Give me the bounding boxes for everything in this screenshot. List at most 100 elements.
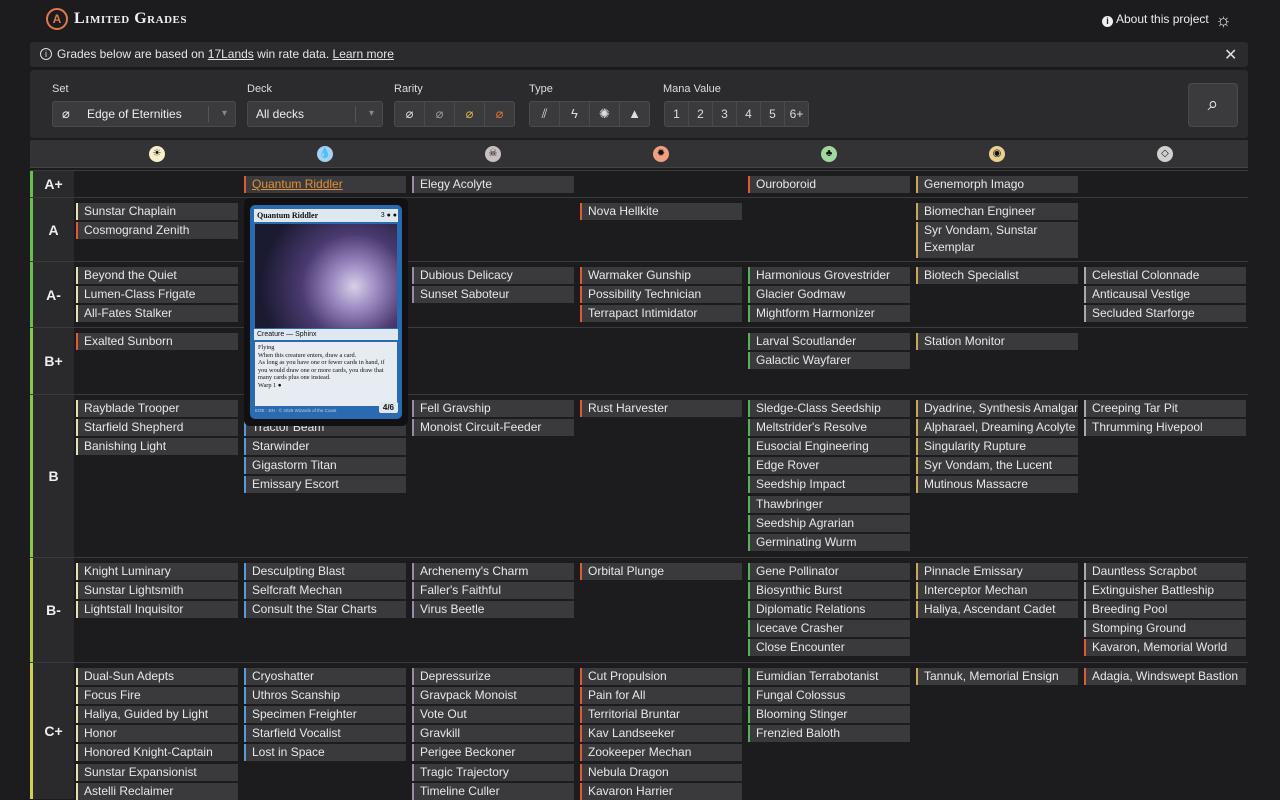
card-item[interactable]: Specimen Freighter — [244, 706, 406, 724]
card-item[interactable]: Genemorph Imago — [916, 176, 1078, 193]
card-item[interactable]: Tragic Trajectory — [412, 763, 574, 781]
card-item[interactable]: Biosynthic Burst — [748, 582, 910, 600]
card-item[interactable]: Timeline Culler — [412, 782, 574, 800]
mana-button-2[interactable]: 2 — [688, 101, 713, 127]
card-item[interactable]: Diplomatic Relations — [748, 601, 910, 619]
card-item[interactable]: Starfield Vocalist — [244, 725, 406, 743]
card-item[interactable]: Celestial Colonnade — [1084, 267, 1246, 284]
card-item[interactable]: Thawbringer — [748, 495, 910, 513]
card-item[interactable]: Orbital Plunge — [580, 563, 742, 580]
card-item[interactable]: Banishing Light — [76, 438, 238, 456]
card-item[interactable]: Elegy Acolyte — [412, 176, 574, 193]
multicolor-icon[interactable]: ◉ — [989, 146, 1005, 162]
card-item[interactable]: Nova Hellkite — [580, 203, 742, 220]
card-item[interactable]: Anticausal Vestige — [1084, 286, 1246, 304]
card-item[interactable]: Fell Gravship — [412, 400, 574, 417]
white-mana-icon[interactable]: ☀ — [149, 146, 165, 162]
rarity-uncommon-button[interactable]: ⌀ — [424, 101, 455, 127]
card-item[interactable]: Ouroboroid — [748, 176, 910, 193]
card-item[interactable]: Virus Beetle — [412, 601, 574, 619]
card-item[interactable]: Lumen-Class Frigate — [76, 286, 238, 304]
card-item[interactable]: Meltstrider's Resolve — [748, 419, 910, 437]
card-item[interactable]: Beyond the Quiet — [76, 267, 238, 284]
card-item[interactable]: Territorial Bruntar — [580, 706, 742, 724]
card-item[interactable]: Lightstall Inquisitor — [76, 601, 238, 619]
card-item[interactable]: Extinguisher Battleship — [1084, 582, 1246, 600]
card-item[interactable]: Harmonious Grovestrider — [748, 267, 910, 284]
card-item[interactable]: Singularity Rupture — [916, 438, 1078, 456]
card-item[interactable]: Focus Fire — [76, 687, 238, 705]
card-item[interactable]: Cryoshatter — [244, 668, 406, 685]
card-item[interactable]: Edge Rover — [748, 457, 910, 475]
theme-toggle-icon[interactable]: ☼ — [1215, 11, 1233, 29]
card-item[interactable]: Archenemy's Charm — [412, 563, 574, 580]
card-item[interactable]: Haliya, Guided by Light — [76, 706, 238, 724]
card-item[interactable]: Haliya, Ascendant Cadet — [916, 601, 1078, 619]
card-item[interactable]: Glacier Godmaw — [748, 286, 910, 304]
type-instant-icon[interactable]: ϟ — [559, 101, 590, 127]
card-item[interactable]: Dyadrine, Synthesis Amalgam — [916, 400, 1078, 417]
card-item[interactable]: Eusocial Engineering — [748, 438, 910, 456]
card-item[interactable]: Eumidian Terrabotanist — [748, 668, 910, 685]
rarity-common-button[interactable]: ⌀ — [394, 101, 425, 127]
card-item[interactable]: Adagia, Windswept Bastion — [1084, 668, 1246, 685]
card-item[interactable]: Seedship Impact — [748, 476, 910, 494]
card-item[interactable]: Secluded Starforge — [1084, 305, 1246, 323]
red-mana-icon[interactable]: ✹ — [653, 146, 669, 162]
card-item[interactable]: Gigastorm Titan — [244, 457, 406, 475]
card-item[interactable]: Vote Out — [412, 706, 574, 724]
card-item[interactable]: Biomechan Engineer — [916, 203, 1078, 220]
card-item[interactable]: Monoist Circuit-Feeder — [412, 419, 574, 437]
card-item[interactable]: Syr Vondam, Sunstar Exemplar — [916, 222, 1078, 259]
card-item[interactable]: Frenzied Baloth — [748, 725, 910, 743]
about-link[interactable]: i About this project — [1102, 12, 1209, 27]
card-item[interactable]: Emissary Escort — [244, 476, 406, 494]
card-item[interactable]: Depressurize — [412, 668, 574, 685]
card-item[interactable]: Biotech Specialist — [916, 267, 1078, 284]
card-item[interactable]: Blooming Stinger — [748, 706, 910, 724]
card-item[interactable]: Kavaron Harrier — [580, 782, 742, 800]
search-button[interactable]: ⌕ — [1188, 83, 1238, 127]
card-item[interactable]: Thrumming Hivepool — [1084, 419, 1246, 437]
mana-button-5[interactable]: 5 — [760, 101, 785, 127]
logo-icon[interactable]: A — [46, 8, 68, 30]
card-item[interactable]: Perigee Beckoner — [412, 744, 574, 762]
card-item[interactable]: Gravkill — [412, 725, 574, 743]
mana-button-3[interactable]: 3 — [712, 101, 737, 127]
card-item[interactable]: Dauntless Scrapbot — [1084, 563, 1246, 580]
card-item[interactable]: Sledge-Class Seedship — [748, 400, 910, 417]
card-item[interactable]: Kavaron, Memorial World — [1084, 639, 1246, 657]
card-item[interactable]: Mightform Harmonizer — [748, 305, 910, 323]
card-item[interactable]: Sunset Saboteur — [412, 286, 574, 304]
rarity-rare-button[interactable]: ⌀ — [454, 101, 485, 127]
card-item[interactable]: Close Encounter — [748, 639, 910, 657]
card-item[interactable]: All-Fates Stalker — [76, 305, 238, 323]
card-item[interactable]: Lost in Space — [244, 744, 406, 762]
card-item[interactable]: Quantum Riddler — [244, 176, 406, 193]
card-item[interactable]: Creeping Tar Pit — [1084, 400, 1246, 417]
mana-button-4[interactable]: 4 — [736, 101, 761, 127]
card-item[interactable]: Zookeeper Mechan — [580, 744, 742, 762]
card-item[interactable]: Dubious Delicacy — [412, 267, 574, 284]
card-item[interactable]: Warmaker Gunship — [580, 267, 742, 284]
black-mana-icon[interactable]: ☠ — [485, 146, 501, 162]
card-item[interactable]: Cosmogrand Zenith — [76, 222, 238, 240]
card-item[interactable]: Possibility Technician — [580, 286, 742, 304]
card-item[interactable]: Honor — [76, 725, 238, 743]
set-select[interactable]: ⌀ Edge of Eternities ▾ — [52, 101, 236, 127]
card-item[interactable]: Sunstar Lightsmith — [76, 582, 238, 600]
app-title[interactable]: Limited Grades — [74, 10, 187, 28]
card-item[interactable]: Station Monitor — [916, 333, 1078, 350]
card-item[interactable]: Alpharael, Dreaming Acolyte — [916, 419, 1078, 437]
learn-more-link[interactable]: Learn more — [333, 47, 394, 61]
card-item[interactable]: Starwinder — [244, 438, 406, 456]
card-item[interactable]: Kav Landseeker — [580, 725, 742, 743]
card-item[interactable]: Rayblade Trooper — [76, 400, 238, 417]
card-item[interactable]: Breeding Pool — [1084, 601, 1246, 619]
card-item[interactable]: Exalted Sunborn — [76, 333, 238, 350]
card-item[interactable]: Icecave Crasher — [748, 620, 910, 638]
card-item[interactable]: Gene Pollinator — [748, 563, 910, 580]
card-item[interactable]: Selfcraft Mechan — [244, 582, 406, 600]
mana-button-6plus[interactable]: 6+ — [784, 101, 809, 127]
card-item[interactable]: Nebula Dragon — [580, 763, 742, 781]
